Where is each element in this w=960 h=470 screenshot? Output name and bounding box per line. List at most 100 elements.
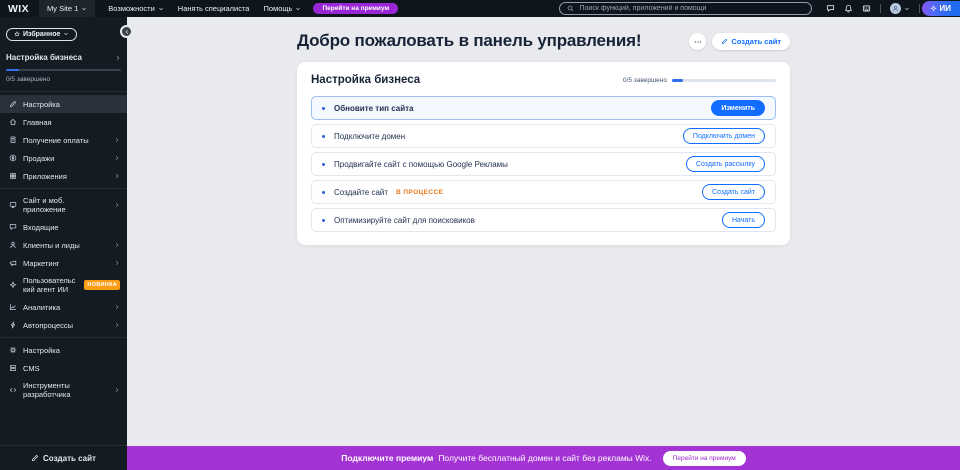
- analytics-icon: [9, 303, 17, 311]
- create-site-button-label: Создать сайт: [731, 37, 781, 46]
- premium-banner-text: Получите бесплатный домен и сайт без рек…: [438, 453, 651, 463]
- sidebar-item[interactable]: CMS: [0, 359, 127, 377]
- chevron-down-icon: [81, 6, 87, 12]
- sidebar-setup-link[interactable]: Настройка бизнеса: [6, 53, 121, 62]
- bullet-dot: [322, 219, 325, 222]
- chevron-right-icon: [114, 387, 120, 393]
- sidebar-item[interactable]: Автопроцессы: [0, 316, 127, 334]
- avatar: [890, 3, 901, 14]
- star-icon: [14, 31, 20, 37]
- task-row[interactable]: Оптимизируйте сайт для поисковиков Начат…: [311, 208, 776, 232]
- business-setup-card: Настройка бизнеса 0/5 завершено Обновите…: [297, 62, 790, 245]
- sidebar-item[interactable]: Получение оплаты: [0, 131, 127, 149]
- topbar-nav-item[interactable]: Возможности: [108, 4, 163, 13]
- sidebar-item[interactable]: Пользовательский агент ИИ НОВИНКА: [0, 272, 127, 298]
- gear-icon: [9, 346, 17, 354]
- sidebar-item[interactable]: Настройка: [0, 341, 127, 359]
- task-row[interactable]: Обновите тип сайта Изменить: [311, 96, 776, 120]
- sidebar-item[interactable]: Маркетинг: [0, 254, 127, 272]
- card-progress-label: 0/5 завершено: [623, 77, 667, 84]
- go-premium-button[interactable]: Перейти на премиум: [663, 451, 746, 466]
- chevron-right-icon: [114, 155, 120, 161]
- search-icon: [567, 5, 574, 12]
- ellipsis-icon: [694, 38, 702, 46]
- bullet-dot: [322, 107, 325, 110]
- chevron-down-icon: [295, 6, 301, 12]
- sidebar-item[interactable]: Сайт и моб. приложение: [0, 192, 127, 218]
- sidebar-nav: Настройка Главная Получение оплаты Прода…: [0, 92, 127, 406]
- search-input[interactable]: [578, 4, 804, 13]
- chat-icon[interactable]: [826, 4, 835, 13]
- sidebar-item[interactable]: Главная: [0, 113, 127, 131]
- sidebar-item[interactable]: Продажи: [0, 149, 127, 167]
- task-action-button[interactable]: Изменить: [711, 100, 765, 116]
- wix-logo: WIX: [8, 3, 29, 15]
- ai-assistant-button[interactable]: ИИ: [922, 1, 960, 16]
- site-selector[interactable]: My Site 1: [39, 0, 95, 17]
- home-icon: [9, 118, 17, 126]
- card-progress-bar: [672, 79, 776, 82]
- top-bar: WIX My Site 1 Возможности Нанять специал…: [0, 0, 960, 17]
- sparkle-icon: [9, 281, 17, 289]
- topbar-nav-item[interactable]: Нанять специалиста: [178, 4, 250, 13]
- ai-button-label: ИИ: [940, 4, 952, 13]
- chevron-right-icon: [115, 55, 121, 61]
- task-action-button[interactable]: Подключить домен: [683, 128, 765, 144]
- person-icon: [892, 5, 899, 12]
- more-actions-button[interactable]: [689, 33, 706, 50]
- task-list: Обновите тип сайта Изменить Подключите д…: [311, 96, 776, 232]
- page-title: Добро пожаловать в панель управления!: [297, 31, 641, 51]
- pencil-icon: [721, 38, 728, 45]
- chevron-right-icon: [114, 242, 120, 248]
- chevron-right-icon: [114, 260, 120, 266]
- sidebar-item[interactable]: Приложения: [0, 167, 127, 185]
- create-site-button[interactable]: Создать сайт: [712, 33, 790, 50]
- upgrade-premium-button[interactable]: Перейти на премиум: [313, 3, 398, 14]
- premium-banner-title: Подключите премиум: [341, 453, 433, 463]
- sidebar-create-site-button[interactable]: Создать сайт: [0, 445, 127, 470]
- chevron-right-icon: [114, 202, 120, 208]
- task-row[interactable]: Подключите домен Подключить домен: [311, 124, 776, 148]
- sidebar-item[interactable]: Клиенты и лиды: [0, 236, 127, 254]
- apps-grid-icon[interactable]: [862, 4, 871, 13]
- chevron-right-icon: [114, 304, 120, 310]
- task-action-button[interactable]: Создать сайт: [702, 184, 765, 200]
- search-bar[interactable]: [559, 2, 812, 15]
- sidebar-setup-section: Настройка бизнеса 0/5 завершено: [0, 42, 127, 92]
- divider: [0, 337, 127, 338]
- card-progress-fill: [672, 79, 683, 82]
- sidebar-item[interactable]: Аналитика: [0, 298, 127, 316]
- megaphone-icon: [9, 259, 17, 267]
- task-action-button[interactable]: Создать рассылку: [686, 156, 765, 172]
- topbar-nav: Возможности Нанять специалиста Помощь: [101, 4, 308, 13]
- sidebar-collapse-button[interactable]: [120, 25, 133, 38]
- divider: [880, 4, 881, 13]
- topbar-nav-item[interactable]: Помощь: [263, 4, 301, 13]
- monitor-icon: [9, 201, 17, 209]
- favorites-label: Избранное: [23, 31, 60, 38]
- pencil-icon: [9, 100, 17, 108]
- create-site-label: Создать сайт: [43, 454, 96, 463]
- dollar-icon: [9, 154, 17, 162]
- cms-icon: [9, 364, 17, 372]
- chevron-right-icon: [114, 322, 120, 328]
- task-row[interactable]: Продвигайте сайт с помощью Google Реклам…: [311, 152, 776, 176]
- chevron-right-icon: [114, 137, 120, 143]
- bullet-dot: [322, 135, 325, 138]
- task-action-button[interactable]: Начать: [722, 212, 765, 228]
- in-progress-badge: В ПРОЦЕССЕ: [396, 189, 443, 196]
- sidebar-item[interactable]: Входящие: [0, 218, 127, 236]
- favorites-dropdown[interactable]: Избранное: [6, 28, 77, 41]
- divider: [919, 4, 920, 13]
- main-area: Добро пожаловать в панель управления! Со…: [127, 17, 960, 470]
- setup-progress-label: 0/5 завершено: [6, 76, 121, 83]
- notifications-bell-icon[interactable]: [844, 4, 853, 13]
- bolt-icon: [9, 321, 17, 329]
- topbar-icons: [826, 4, 871, 13]
- sidebar-item[interactable]: Инструменты разработчика: [0, 377, 127, 403]
- chevron-right-icon: [114, 173, 120, 179]
- task-row[interactable]: Создайте сайт В ПРОЦЕССЕ Создать сайт: [311, 180, 776, 204]
- sidebar-progress-fill: [6, 69, 19, 71]
- account-menu[interactable]: [890, 3, 910, 14]
- sidebar-item[interactable]: Настройка: [0, 95, 127, 113]
